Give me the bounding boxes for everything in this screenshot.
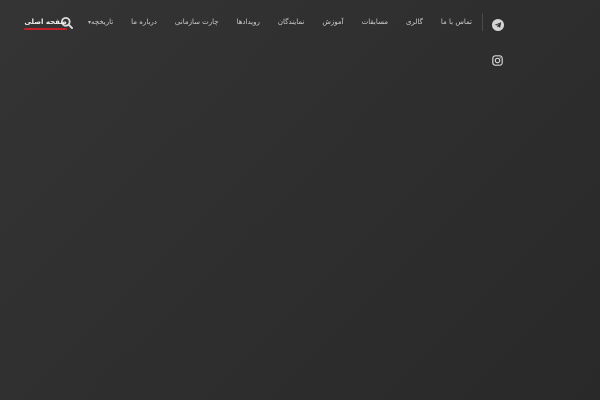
menu-item-history-label: تاریخچه (90, 17, 114, 26)
menu-item-org-chart[interactable]: چارت سازمانی (175, 12, 219, 32)
menu-item-history[interactable]: تاریخچه▾ (85, 12, 113, 33)
menu-item-home[interactable]: صفحه اصلی (24, 12, 67, 32)
menu-item-events[interactable]: رویدادها (237, 12, 260, 32)
top-navbar: صفحه اصلی تاریخچه▾ درباره ما چارت سازمان… (0, 0, 600, 44)
nav-divider (482, 13, 483, 31)
instagram-link[interactable] (492, 51, 503, 66)
main-menu: صفحه اصلی تاریخچه▾ درباره ما چارت سازمان… (24, 12, 472, 32)
telegram-link[interactable] (492, 16, 504, 31)
telegram-icon (492, 19, 504, 31)
menu-item-about[interactable]: درباره ما (131, 12, 157, 32)
menu-item-training[interactable]: آموزش (322, 12, 343, 32)
menu-item-competitions[interactable]: مسابقات (362, 12, 388, 32)
instagram-icon (492, 55, 503, 66)
menu-item-gallery[interactable]: گالری (406, 12, 423, 32)
menu-item-representatives[interactable]: نمایندگان (278, 12, 304, 32)
menu-item-contact[interactable]: تماس با ما (441, 12, 472, 32)
